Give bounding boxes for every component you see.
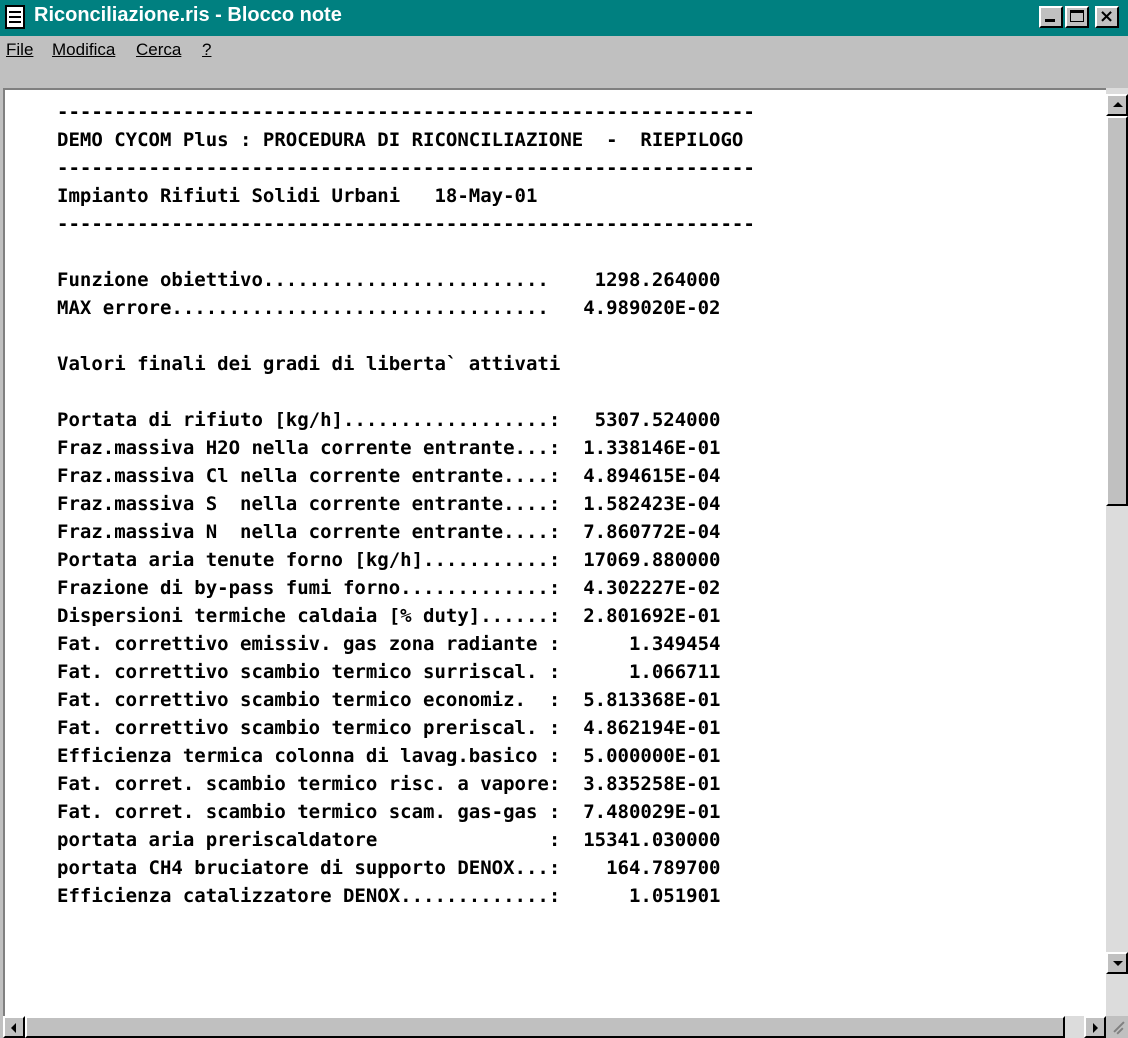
scroll-left-button[interactable] [3,1016,25,1038]
text-line: MAX errore..............................… [57,297,721,319]
text-line: Fat. correttivo emissiv. gas zona radian… [57,633,721,655]
text-line: Funzione obiettivo......................… [57,269,721,291]
text-line: Fraz.massiva Cl nella corrente entrante.… [57,465,721,487]
menu-cerca[interactable]: Cerca [136,40,181,60]
resize-grip-icon[interactable] [1106,1016,1128,1038]
menu-help[interactable]: ? [202,40,211,60]
text-line: Frazione di by-pass fumi forno..........… [57,577,721,599]
text-line: Valori finali dei gradi di liberta` atti… [57,353,561,375]
text-line: Fat. correttivo scambio termico economiz… [57,689,721,711]
text-line: portata CH4 bruciatore di supporto DENOX… [57,857,721,879]
menu-cerca-label: Cerca [136,40,182,59]
close-button[interactable]: × [1095,6,1119,28]
scroll-up-button[interactable] [1106,94,1128,116]
text-line: Dispersioni termiche caldaia [% duty]...… [57,605,721,627]
window-title: Riconciliazione.ris - Blocco note [34,4,342,26]
arrow-down-icon [1113,961,1123,966]
arrow-left-icon [11,1023,16,1033]
text-line: ----------------------------------------… [57,213,755,235]
text-editor[interactable]: ----------------------------------------… [3,88,1128,1022]
menu-file[interactable]: File [6,40,33,60]
text-line: Fat. correttivo scambio termico surrisca… [57,661,721,683]
text-line: Efficienza catalizzatore DENOX..........… [57,885,721,907]
menu-bar: File Modifica Cerca ? [0,36,1128,64]
text-line [57,378,755,406]
scroll-down-button[interactable] [1106,952,1128,974]
text-line: Fraz.massiva H2O nella corrente entrante… [57,437,721,459]
document-text[interactable]: ----------------------------------------… [57,98,755,910]
text-line: Fat. corret. scambio termico scam. gas-g… [57,801,721,823]
text-line: ----------------------------------------… [57,157,755,179]
text-line: DEMO CYCOM Plus : PROCEDURA DI RICONCILI… [57,129,744,151]
text-line [57,322,755,350]
minimize-button[interactable] [1039,6,1063,28]
maximize-button[interactable] [1065,6,1089,28]
text-line: Fat. correttivo scambio termico prerisca… [57,717,721,739]
text-line: Efficienza termica colonna di lavag.basi… [57,745,721,767]
notepad-window: Riconciliazione.ris - Blocco note × File… [0,0,1128,1038]
text-line: Fraz.massiva N nella corrente entrante..… [57,521,721,543]
text-line: Portata di rifiuto [kg/h]...............… [57,409,721,431]
horizontal-scrollbar[interactable] [3,1016,1106,1038]
vertical-scrollbar[interactable] [1106,88,1128,1018]
close-icon: × [1099,6,1115,27]
text-line [57,238,755,266]
menu-modifica-label: Modifica [52,40,116,59]
horizontal-scroll-thumb[interactable] [25,1016,1065,1038]
text-line: ----------------------------------------… [57,101,755,123]
title-bar[interactable]: Riconciliazione.ris - Blocco note × [0,0,1128,36]
scroll-right-button[interactable] [1084,1016,1106,1038]
text-line: Fraz.massiva S nella corrente entrante..… [57,493,721,515]
arrow-right-icon [1093,1023,1098,1033]
vertical-scroll-thumb[interactable] [1106,116,1128,506]
text-line: Impianto Rifiuti Solidi Urbani 18-May-01 [57,185,538,207]
menu-file-label: File [6,40,34,59]
menu-help-label: ? [202,40,212,59]
text-line: Fat. corret. scambio termico risc. a vap… [57,773,721,795]
arrow-up-icon [1113,102,1123,107]
notepad-icon[interactable] [5,5,25,29]
text-line: portata aria preriscaldatore : 15341.030… [57,829,721,851]
text-line: Portata aria tenute forno [kg/h]........… [57,549,721,571]
menu-modifica[interactable]: Modifica [52,40,115,60]
